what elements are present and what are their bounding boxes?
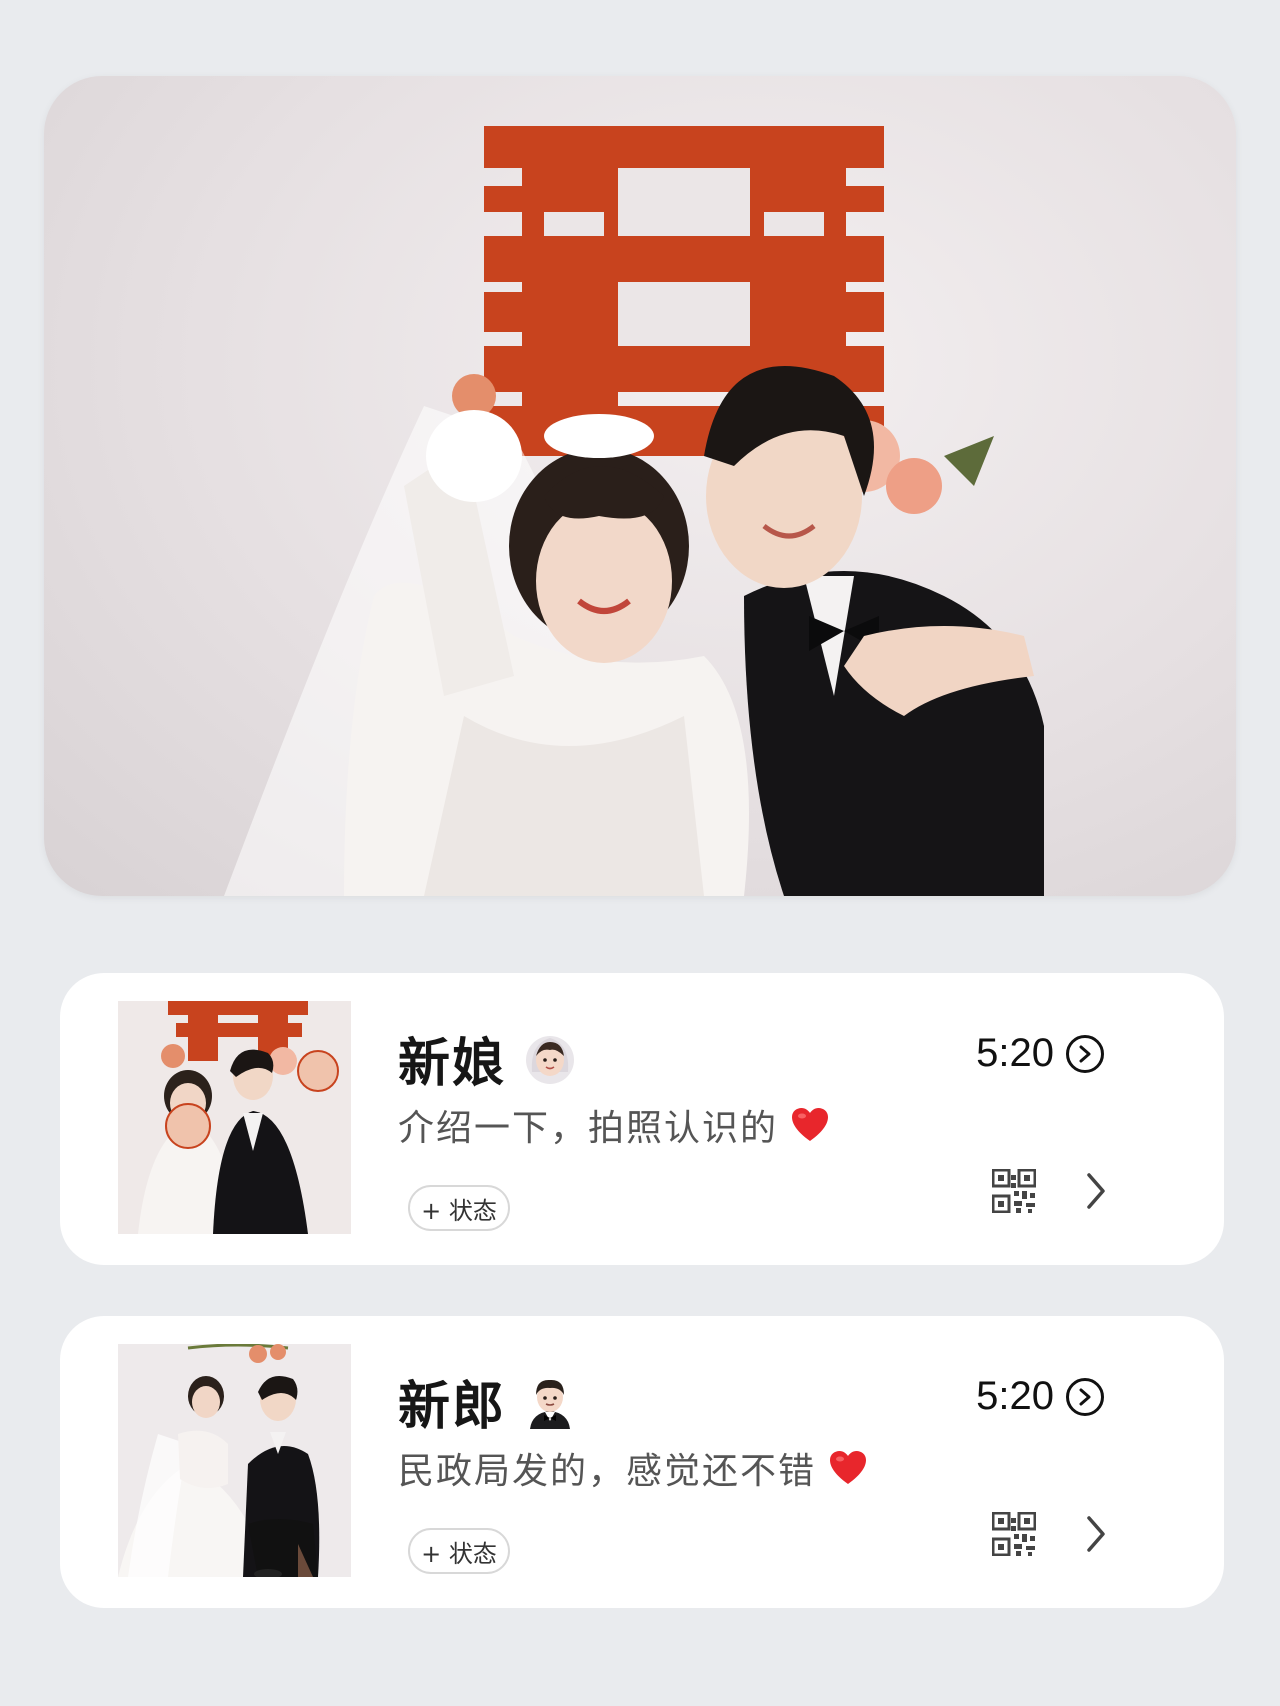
profile-photo-groom[interactable] bbox=[118, 1344, 351, 1577]
red-heart-icon bbox=[790, 1107, 830, 1143]
bride-with-veil-emoji-icon bbox=[522, 1030, 578, 1086]
add-status-button[interactable]: + 状态 bbox=[408, 1185, 510, 1231]
chevron-right-icon[interactable] bbox=[1084, 1514, 1108, 1554]
name-row: 新娘 bbox=[398, 1023, 578, 1094]
hero-photo-illustration bbox=[224, 126, 1044, 896]
profile-name: 新娘 bbox=[398, 1033, 507, 1094]
qr-code-icon[interactable] bbox=[992, 1169, 1036, 1213]
profile-card-groom[interactable]: 新郎 民政局发的，感觉还不错 + 状态 5:20 bbox=[60, 1316, 1224, 1608]
profile-signature: 民政局发的，感觉还不错 bbox=[398, 1442, 868, 1494]
signature-text: 民政局发的，感觉还不错 bbox=[398, 1451, 817, 1492]
add-status-button[interactable]: + 状态 bbox=[408, 1528, 510, 1574]
circle-chevron-right-icon[interactable] bbox=[1066, 1034, 1104, 1073]
profile-name: 新郎 bbox=[398, 1376, 507, 1437]
profile-card-bride[interactable]: 新娘 介绍一下，拍照认识的 + 状态 5:20 bbox=[60, 973, 1224, 1265]
red-heart-icon bbox=[828, 1450, 868, 1486]
circle-chevron-right-icon[interactable] bbox=[1066, 1377, 1104, 1416]
groom-profile-thumbnail bbox=[118, 1344, 351, 1577]
qr-code-icon[interactable] bbox=[992, 1512, 1036, 1556]
name-row: 新郎 bbox=[398, 1366, 578, 1437]
hero-wedding-photo bbox=[44, 76, 1236, 896]
time-row[interactable]: 5:20 bbox=[976, 1031, 1104, 1076]
profile-photo-bride[interactable] bbox=[118, 1001, 351, 1234]
time-row[interactable]: 5:20 bbox=[976, 1374, 1104, 1419]
signature-text: 介绍一下，拍照认识的 bbox=[398, 1108, 779, 1149]
groom-in-tuxedo-emoji-icon bbox=[522, 1373, 578, 1429]
time-label: 5:20 bbox=[976, 1031, 1054, 1075]
time-label: 5:20 bbox=[976, 1374, 1054, 1418]
profile-signature: 介绍一下，拍照认识的 bbox=[398, 1099, 830, 1151]
chevron-right-icon[interactable] bbox=[1084, 1171, 1108, 1211]
bride-profile-thumbnail bbox=[118, 1001, 351, 1234]
